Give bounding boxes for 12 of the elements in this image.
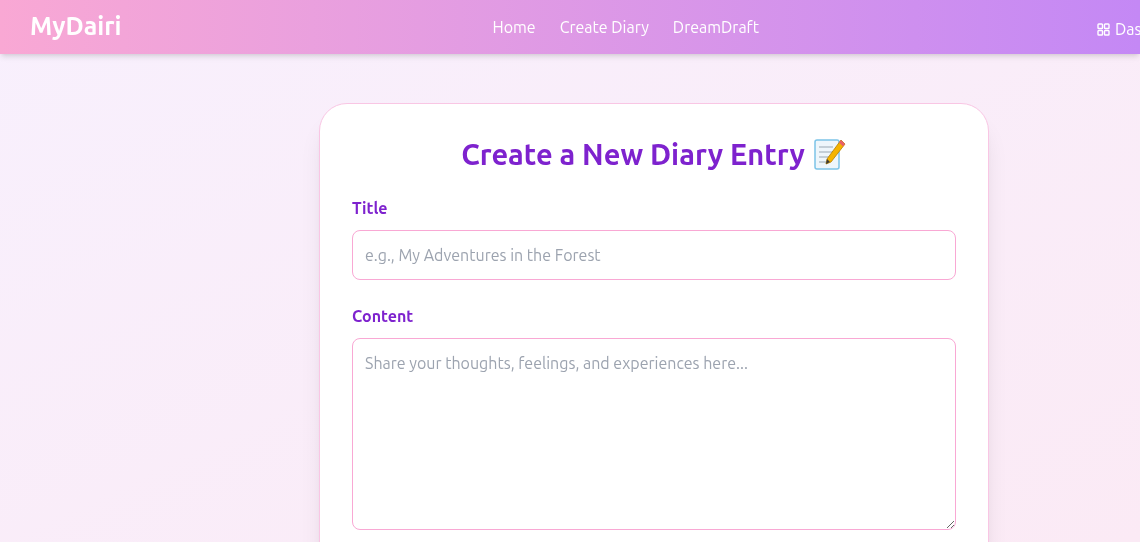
- nav-link[interactable]: DreamDraft: [672, 15, 759, 39]
- field-label: Title: [352, 198, 389, 219]
- dashboard-link[interactable]: Das: [1097, 17, 1140, 41]
- field-label: Content: [352, 306, 415, 327]
- memo-pencil-icon: [812, 137, 847, 171]
- nav-link[interactable]: Create Diary: [559, 15, 649, 39]
- form-heading: Create a New Diary Entry: [461, 137, 805, 172]
- title-field[interactable]: e.g., My Adventures in the Forest: [352, 230, 956, 280]
- nav-link[interactable]: Home: [492, 15, 536, 39]
- content-field[interactable]: Share your thoughts, feelings, and experiences here...: [352, 338, 956, 530]
- grid-icon: [1097, 22, 1110, 36]
- brand-logo[interactable]: MyDairi: [30, 8, 122, 46]
